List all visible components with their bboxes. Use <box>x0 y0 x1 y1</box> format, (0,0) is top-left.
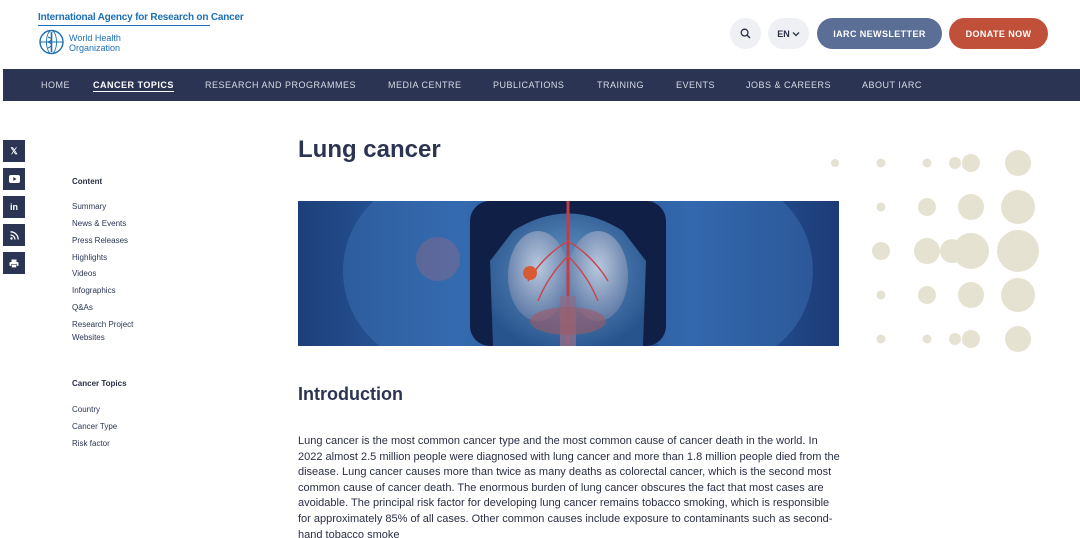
iarc-who-logo[interactable]: International Agency for Research on Can… <box>38 12 244 57</box>
introduction-paragraph: Lung cancer is the most common cancer ty… <box>298 435 840 538</box>
sidebar-link-press-releases[interactable]: Press Releases <box>72 234 128 247</box>
logo-who-line2: Organization <box>69 43 121 53</box>
sidebar-link-videos[interactable]: Videos <box>72 267 96 280</box>
sidebar-link-infographics[interactable]: Infographics <box>72 284 116 297</box>
who-emblem-icon <box>39 29 64 55</box>
nav-item-events[interactable]: EVENTS <box>676 69 715 101</box>
sidebar-link-qas[interactable]: Q&As <box>72 301 93 314</box>
newsletter-button[interactable]: IARC NEWSLETTER <box>817 18 942 49</box>
youtube-icon <box>8 175 20 183</box>
share-youtube-button[interactable] <box>3 168 25 190</box>
sidebar-link-country[interactable]: Country <box>72 403 100 416</box>
language-label: EN <box>777 28 790 39</box>
logo-who-line1: World Health <box>69 33 121 43</box>
x-icon: 𝕏 <box>10 145 18 156</box>
nav-item-about-iarc[interactable]: ABOUT IARC <box>862 69 922 101</box>
linkedin-icon: in <box>10 202 18 212</box>
sidebar-link-risk-factor[interactable]: Risk factor <box>72 437 110 450</box>
sidebar-link-summary[interactable]: Summary <box>72 200 106 213</box>
nav-item-jobs-careers[interactable]: JOBS & CAREERS <box>746 69 831 101</box>
introduction-heading: Introduction <box>298 384 403 404</box>
nav-item-research-and-programmes[interactable]: RESEARCH AND PROGRAMMES <box>205 69 356 101</box>
sidebar-content-heading: Content <box>72 177 103 186</box>
language-selector[interactable]: EN <box>768 18 809 49</box>
site-header: International Agency for Research on Can… <box>0 0 1080 69</box>
page-title: Lung cancer <box>298 136 441 163</box>
donate-button[interactable]: DONATE NOW <box>949 18 1048 49</box>
main-navigation: HOME CANCER TOPICS RESEARCH AND PROGRAMM… <box>3 69 1080 101</box>
nav-item-publications[interactable]: PUBLICATIONS <box>493 69 564 101</box>
nav-item-training[interactable]: TRAINING <box>597 69 644 101</box>
share-rss-button[interactable] <box>3 224 25 246</box>
logo-iarc-text: International Agency for Research on Can… <box>38 12 244 23</box>
lung-cancer-hero-image <box>298 201 839 346</box>
nav-item-media-centre[interactable]: MEDIA CENTRE <box>388 69 462 101</box>
share-x-button[interactable]: 𝕏 <box>3 140 25 162</box>
sidebar-link-websites[interactable]: Websites <box>72 331 105 344</box>
share-linkedin-button[interactable]: in <box>3 196 25 218</box>
rss-icon <box>9 230 19 240</box>
sidebar-link-cancer-type[interactable]: Cancer Type <box>72 420 117 433</box>
chevron-down-icon <box>792 31 800 36</box>
decorative-dot-pattern <box>831 150 1039 352</box>
sidebar-link-highlights[interactable]: Highlights <box>72 251 107 264</box>
nav-item-cancer-topics[interactable]: CANCER TOPICS <box>93 69 174 101</box>
sidebar-topics-heading: Cancer Topics <box>72 379 127 388</box>
search-icon <box>740 28 751 39</box>
nav-item-home[interactable]: HOME <box>41 69 70 101</box>
sidebar-link-news-events[interactable]: News & Events <box>72 217 126 230</box>
print-icon <box>9 259 19 268</box>
sidebar-link-research-project[interactable]: Research Project <box>72 318 133 331</box>
search-button[interactable] <box>730 18 761 49</box>
logo-divider <box>38 25 210 26</box>
print-button[interactable] <box>3 252 25 274</box>
